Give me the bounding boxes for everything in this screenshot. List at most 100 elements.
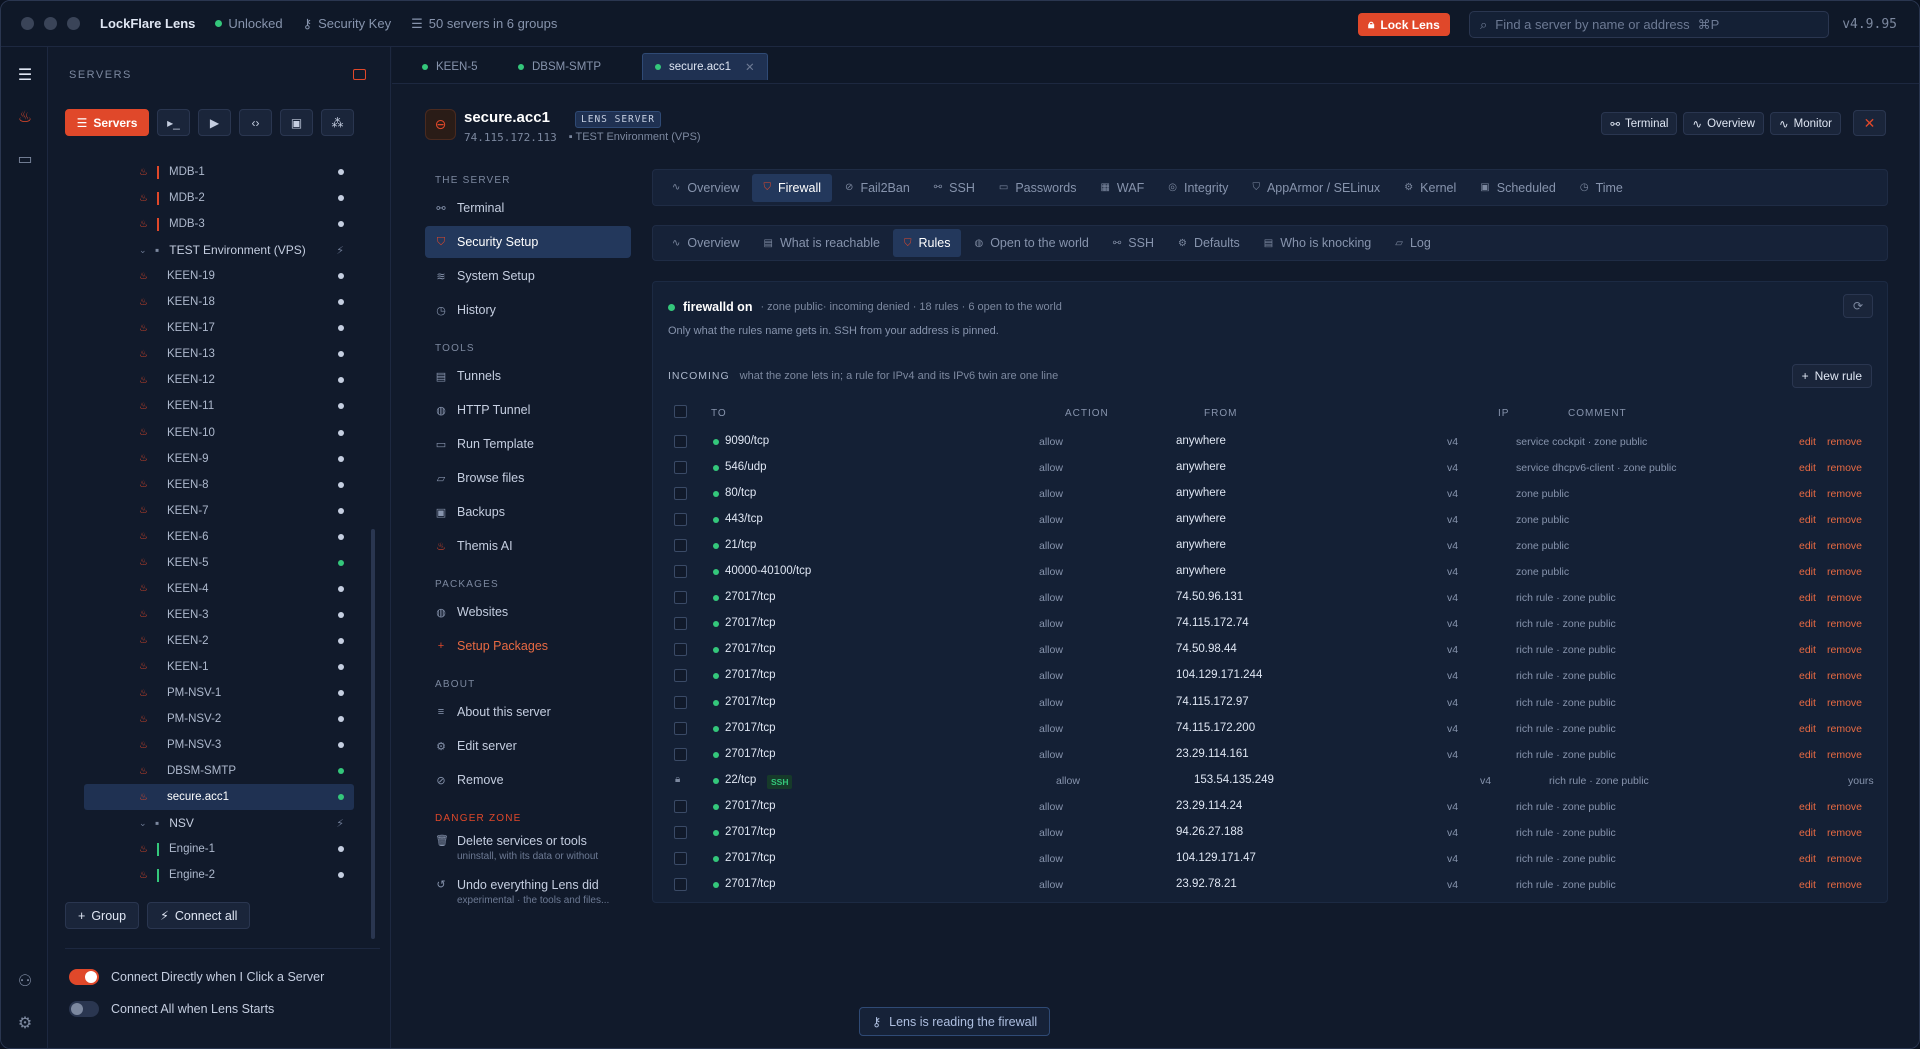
edit-rule-link[interactable]: edit — [1799, 723, 1816, 735]
tab-overview[interactable]: ∿ Overview — [661, 174, 750, 202]
terminal-button[interactable]: ⚯ Terminal — [1601, 112, 1678, 135]
refresh-button[interactable]: ⟳ — [1843, 294, 1873, 318]
terminal-tool-button[interactable]: ▸_ — [157, 109, 190, 136]
group-row[interactable]: ⌄ ▪ NSV ⚡ — [84, 810, 354, 836]
chevron-down-icon[interactable]: ⌄ — [139, 818, 155, 829]
edit-rule-link[interactable]: edit — [1799, 801, 1816, 813]
tab-scheduled[interactable]: ▣ Scheduled — [1469, 174, 1567, 202]
remove-rule-link[interactable]: remove — [1827, 670, 1862, 682]
package-tool-button[interactable]: ▣ — [280, 109, 313, 136]
nav-about-server[interactable]: ≡ About this server — [425, 696, 631, 728]
row-checkbox[interactable] — [674, 435, 687, 448]
remove-rule-link[interactable]: remove — [1827, 723, 1862, 735]
edit-rule-link[interactable]: edit — [1799, 618, 1816, 630]
connect-directly-toggle[interactable] — [69, 969, 99, 985]
network-tool-button[interactable]: ⁂ — [321, 109, 354, 136]
subtab-ssh[interactable]: ⚯ SSH — [1102, 229, 1165, 257]
row-checkbox[interactable] — [674, 565, 687, 579]
tab-apparmor-selinux[interactable]: ⛉ AppArmor / SELinux — [1241, 174, 1391, 202]
subtab-rules[interactable]: ⛉ Rules — [893, 229, 962, 257]
server-row[interactable]: ♨ KEEN-7 — [84, 498, 354, 524]
nav-edit-server[interactable]: ⚙ Edit server — [425, 730, 631, 762]
server-row[interactable]: ♨ KEEN-5 — [84, 550, 354, 576]
edit-rule-link[interactable]: edit — [1799, 436, 1816, 448]
edit-rule-link[interactable]: edit — [1799, 540, 1816, 552]
server-row[interactable]: ♨ MDB-1 — [84, 159, 354, 185]
remove-rule-link[interactable]: remove — [1827, 592, 1862, 604]
row-checkbox[interactable] — [674, 877, 687, 891]
close-window-button[interactable] — [21, 17, 34, 30]
server-row[interactable]: ♨ KEEN-2 — [84, 628, 354, 654]
edit-rule-link[interactable]: edit — [1799, 697, 1816, 709]
close-server-button[interactable]: ✕ — [1853, 110, 1886, 136]
remove-rule-link[interactable]: remove — [1827, 540, 1862, 552]
add-group-button[interactable]: + Group — [65, 902, 140, 929]
subtab-open-to-the-world[interactable]: ◍ Open to the world — [963, 229, 1099, 257]
nav-system-setup[interactable]: ≋ System Setup — [425, 260, 631, 292]
server-row[interactable]: ♨ MDB-2 — [84, 185, 354, 211]
servers-icon[interactable]: ☰ — [15, 65, 35, 84]
connect-on-start-toggle[interactable] — [69, 1001, 99, 1017]
remove-rule-link[interactable]: remove — [1827, 566, 1862, 578]
row-checkbox[interactable] — [674, 643, 687, 657]
row-checkbox[interactable] — [674, 487, 687, 501]
server-row[interactable]: ♨ KEEN-9 — [84, 446, 354, 472]
remove-rule-link[interactable]: remove — [1827, 801, 1862, 813]
server-row[interactable]: ♨ Engine-2 — [84, 862, 354, 888]
server-row[interactable]: ♨ KEEN-13 — [84, 341, 354, 367]
play-tool-button[interactable]: ▶ — [198, 109, 231, 136]
nav-tunnels[interactable]: ▤ Tunnels — [425, 360, 631, 392]
tab-firewall[interactable]: ⛉ Firewall — [752, 173, 833, 202]
row-checkbox[interactable] — [674, 539, 687, 553]
nav-remove[interactable]: ⊘ Remove — [425, 764, 631, 796]
row-checkbox[interactable] — [674, 591, 687, 605]
remove-rule-link[interactable]: remove — [1827, 749, 1862, 761]
maximize-window-button[interactable] — [67, 17, 80, 30]
nav-backups[interactable]: ▣ Backups — [425, 496, 631, 528]
server-row[interactable]: ♨ PM-NSV-1 — [84, 680, 354, 706]
collapse-sidebar-icon[interactable] — [353, 69, 366, 80]
tab-time[interactable]: ◷ Time — [1569, 174, 1634, 202]
remove-rule-link[interactable]: remove — [1827, 462, 1862, 474]
tab-keen-5[interactable]: KEEN-5 — [410, 53, 490, 80]
tab-kernel[interactable]: ⚙ Kernel — [1393, 174, 1467, 202]
monitor-button[interactable]: ∿ Monitor — [1770, 112, 1841, 135]
subtab-overview[interactable]: ∿ Overview — [661, 229, 750, 257]
server-row[interactable]: ♨ secure.acc1 — [84, 784, 354, 811]
edit-rule-link[interactable]: edit — [1799, 462, 1816, 474]
code-tool-button[interactable]: ‹› — [239, 109, 272, 136]
server-row[interactable]: ♨ KEEN-18 — [84, 289, 354, 315]
server-row[interactable]: ♨ KEEN-12 — [84, 367, 354, 393]
close-tab-icon[interactable]: ✕ — [745, 60, 755, 74]
row-checkbox[interactable] — [674, 825, 687, 839]
edit-rule-link[interactable]: edit — [1799, 853, 1816, 865]
row-checkbox[interactable] — [674, 695, 687, 709]
nav-setup-packages[interactable]: + Setup Packages — [425, 630, 631, 662]
server-search-input[interactable]: ⌕ Find a server by name or address ⌘P — [1469, 11, 1829, 38]
tab-passwords[interactable]: ▭ Passwords — [988, 174, 1088, 202]
nav-undo-everything[interactable]: ↺ Undo everything Lens did experimental · … — [425, 874, 631, 916]
remove-rule-link[interactable]: remove — [1827, 879, 1862, 891]
connect-all-button[interactable]: ⚡ Connect all — [147, 902, 251, 929]
remove-rule-link[interactable]: remove — [1827, 618, 1862, 630]
minimize-window-button[interactable] — [44, 17, 57, 30]
server-row[interactable]: ♨ PM-NSV-3 — [84, 732, 354, 758]
tab-integrity[interactable]: ◎ Integrity — [1157, 174, 1239, 202]
subtab-defaults[interactable]: ⚙ Defaults — [1167, 229, 1251, 257]
tab-ssh[interactable]: ⚯ SSH — [923, 174, 986, 202]
server-row[interactable]: ♨ KEEN-19 — [84, 263, 354, 289]
row-checkbox[interactable] — [674, 461, 687, 475]
nav-http-tunnel[interactable]: ◍ HTTP Tunnel — [425, 394, 631, 426]
flame-icon[interactable]: ♨ — [15, 107, 35, 126]
chevron-down-icon[interactable]: ⌄ — [139, 245, 155, 256]
nav-history[interactable]: ◷ History — [425, 294, 631, 326]
remove-rule-link[interactable]: remove — [1827, 697, 1862, 709]
gear-icon[interactable]: ⚙ — [15, 1013, 35, 1032]
server-row[interactable]: ♨ KEEN-3 — [84, 602, 354, 628]
remove-rule-link[interactable]: remove — [1827, 488, 1862, 500]
server-row[interactable]: ♨ PM-NSV-2 — [84, 706, 354, 732]
remove-rule-link[interactable]: remove — [1827, 853, 1862, 865]
nav-browse-files[interactable]: ▱ Browse files — [425, 462, 631, 494]
select-all-checkbox[interactable] — [674, 405, 687, 418]
server-row[interactable]: ♨ KEEN-17 — [84, 315, 354, 341]
